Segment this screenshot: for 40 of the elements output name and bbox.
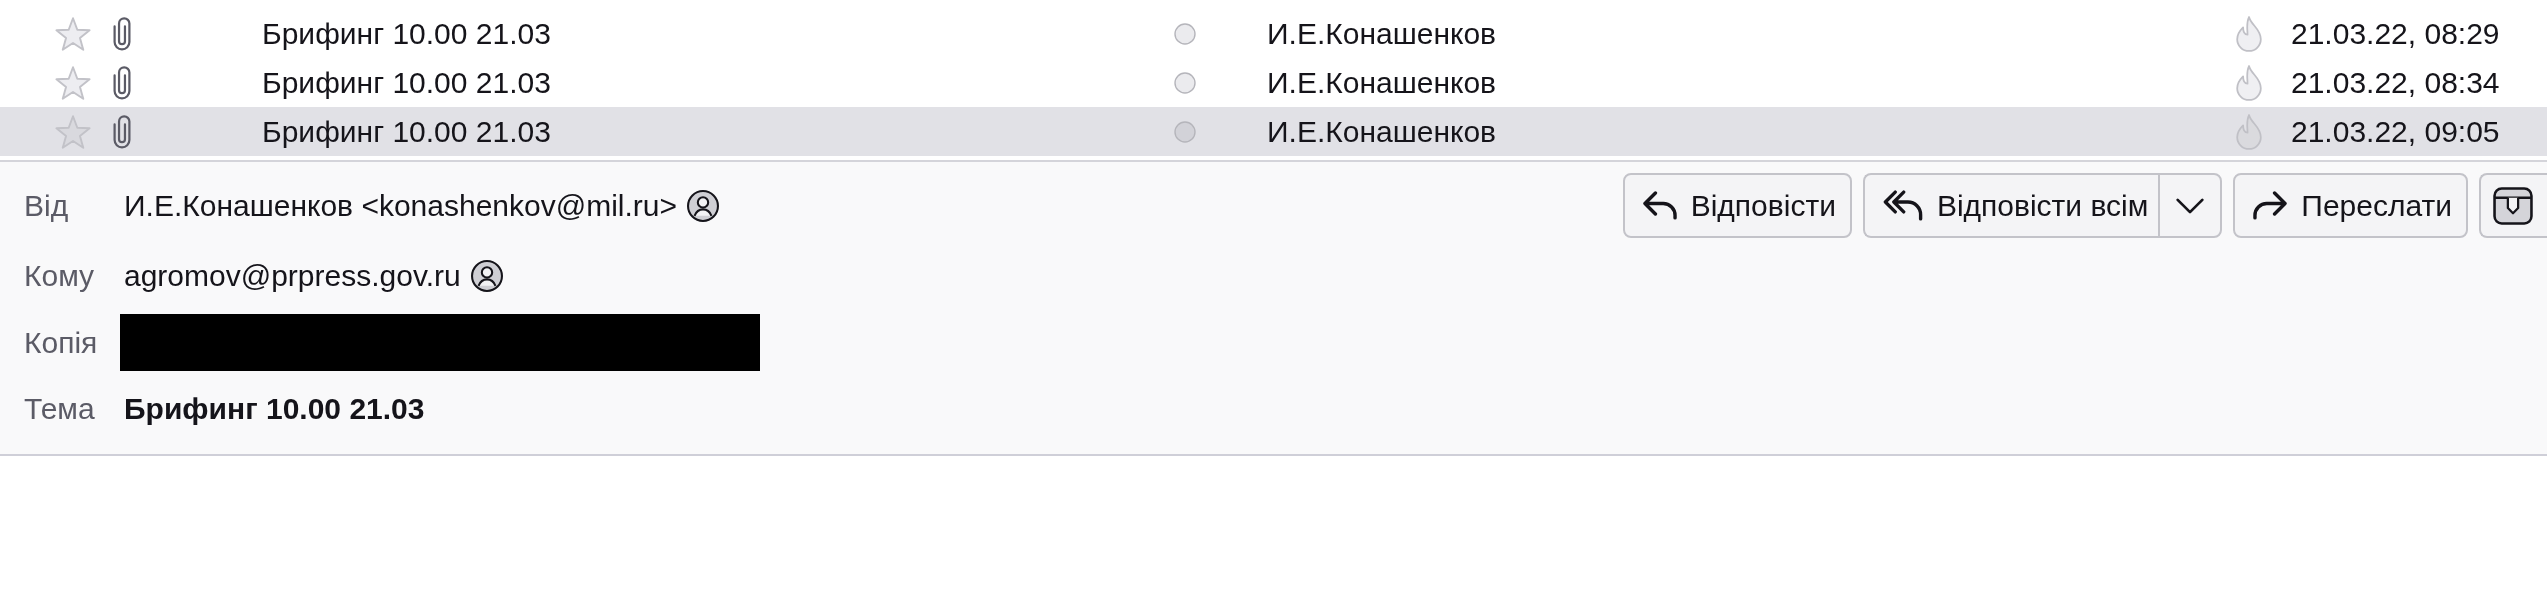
read-dot-icon[interactable]: [1174, 22, 1196, 45]
contact-address: agromov@prpress.gov.ru: [124, 258, 461, 294]
star-icon[interactable]: [55, 114, 91, 149]
contact-address: И.Е.Конашенков <konashenkov@mil.ru>: [124, 187, 677, 224]
message-sender: И.Е.Конашенков: [1267, 64, 1497, 101]
forward-arrow-icon: [2253, 191, 2288, 220]
reply-button[interactable]: Відповісти: [1622, 173, 1852, 238]
message-date: 21.03.22, 08:29: [2291, 15, 2500, 52]
contact-icon[interactable]: [687, 189, 719, 222]
flame-icon[interactable]: [2233, 113, 2264, 150]
contact-icon[interactable]: [470, 260, 503, 292]
reply-all-arrow-icon: [1882, 190, 1923, 221]
message-subject: Брифинг 10.00 21.03: [262, 113, 551, 150]
message-subject: Брифинг 10.00 21.03: [262, 15, 551, 52]
read-dot-icon[interactable]: [1174, 120, 1196, 143]
message-date: 21.03.22, 08:34: [2291, 64, 2500, 101]
chevron-down-icon: [2176, 197, 2205, 214]
dropdown-button[interactable]: [2158, 173, 2223, 238]
message-subject: Брифинг 10.00 21.03: [262, 64, 551, 101]
reply-all-button[interactable]: Відповісти всім: [1862, 173, 2159, 238]
message-row[interactable]: Брифинг 10.00 21.03 И.Е.Конашенков 21.03.22, 08:29: [0, 9, 2547, 58]
reply-arrow-icon: [1642, 191, 1677, 220]
archive-button[interactable]: [2479, 173, 2547, 238]
field-label: Кому: [24, 258, 95, 294]
field-label: Копія: [24, 324, 98, 361]
field-label: Від: [24, 187, 69, 224]
message-date: 21.03.22, 09:05: [2291, 113, 2500, 150]
field-label: Тема: [24, 391, 95, 427]
message-row[interactable]: Брифинг 10.00 21.03 И.Е.Конашенков 21.03.22, 08:34: [0, 58, 2547, 107]
subject-value: Брифинг 10.00 21.03: [124, 391, 425, 427]
archive-box-icon: [2493, 186, 2533, 225]
message-row[interactable]: Брифинг 10.00 21.03 И.Е.Конашенков 21.03.22, 09:05: [0, 107, 2547, 156]
flame-icon[interactable]: [2233, 64, 2264, 101]
read-dot-icon[interactable]: [1174, 71, 1196, 94]
star-icon[interactable]: [55, 16, 91, 51]
forward-button[interactable]: Переслати: [2233, 173, 2468, 238]
message-sender: И.Е.Конашенков: [1267, 15, 1497, 52]
message-sender: И.Е.Конашенков: [1267, 113, 1497, 150]
star-icon[interactable]: [55, 65, 91, 100]
flame-icon[interactable]: [2233, 15, 2264, 52]
